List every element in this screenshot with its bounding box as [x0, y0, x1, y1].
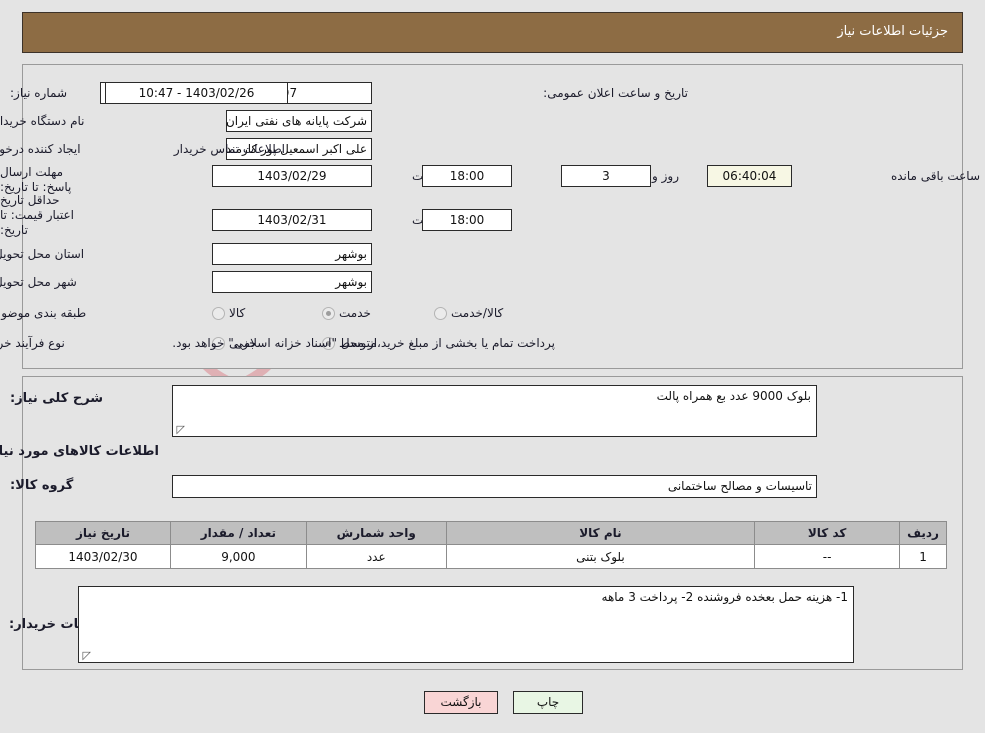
th-unit: واحد شمارش [305, 521, 447, 545]
need-description-label: شرح کلی نیاز: [10, 391, 104, 406]
need-description-value: بلوک 9000 عدد بع همراه پالت [656, 389, 811, 403]
table-row: 1 -- بلوک بتنی عدد 9,000 1403/02/30 [35, 544, 947, 569]
buyer-notes-textarea[interactable]: 1- هزینه حمل بعخده فروشنده 2- پرداخت 3 م… [78, 586, 854, 663]
reply-deadline-time-field: 18:00 [422, 165, 512, 187]
cell-unit: عدد [305, 544, 447, 569]
buyer-notes-value: 1- هزینه حمل بعخده فروشنده 2- پرداخت 3 م… [601, 590, 848, 604]
cell-quantity: 9,000 [169, 544, 307, 569]
announce-datetime-label: تاریخ و ساعت اعلان عمومی: [543, 86, 688, 100]
delivery-city-field: بوشهر [212, 271, 372, 293]
resize-grip-icon[interactable]: ◸ [175, 424, 185, 435]
cell-goods-name: بلوک بتنی [445, 544, 756, 569]
table-header-row: ردیف کد کالا نام کالا واحد شمارش تعداد /… [35, 521, 947, 545]
price-validity-time-field: 18:00 [422, 209, 512, 231]
reply-deadline-date-field: 1403/02/29 [212, 165, 372, 187]
delivery-province-field: بوشهر [212, 243, 372, 265]
requester-label: ایجاد کننده درخواست: [0, 142, 81, 156]
radio-subject-khedmat[interactable] [322, 307, 335, 320]
radio-label-subject-kala-khedmat: کالا/خدمت [451, 306, 504, 320]
purchase-process-label: نوع فرآیند خرید : [0, 336, 65, 350]
back-button[interactable]: بازگشت [424, 691, 498, 714]
price-validity-date-field: 1403/02/31 [212, 209, 372, 231]
remaining-days-label: روز و [652, 169, 679, 183]
purchase-process-note: پرداخت تمام یا بخشی از مبلغ خرید،از محل … [172, 336, 555, 350]
page-root: AriaTender.net جزئیات اطلاعات نیاز شماره… [0, 0, 985, 733]
buyer-contact-link[interactable]: اطلاعات تماس خریدار [165, 142, 285, 156]
price-validity-label: حداقل تاریخ اعتبار قیمت: تا تاریخ: [0, 193, 74, 237]
delivery-province-label: استان محل تحویل: [0, 247, 85, 261]
radio-subject-kala-khedmat[interactable] [434, 307, 447, 320]
page-title-bar: جزئیات اطلاعات نیاز [22, 12, 963, 53]
announce-datetime-field: 1403/02/26 - 10:47 [105, 82, 288, 104]
reply-deadline-label: مهلت ارسال پاسخ: تا تاریخ: [0, 165, 72, 194]
goods-section-title: اطلاعات کالاهای مورد نیاز [0, 444, 159, 459]
goods-group-label: گروه کالا: [10, 478, 74, 493]
print-button[interactable]: چاپ [513, 691, 583, 714]
need-description-textarea[interactable]: بلوک 9000 عدد بع همراه پالت ◸ [172, 385, 817, 437]
resize-grip-icon-notes[interactable]: ◸ [81, 650, 91, 661]
page-title: جزئیات اطلاعات نیاز [837, 24, 948, 39]
cell-need-date: 1403/02/30 [35, 544, 171, 569]
goods-group-field: تاسیسات و مصالح ساختمانی [172, 475, 817, 498]
th-radif: ردیف [899, 521, 947, 545]
th-need-date: تاریخ نیاز [35, 521, 171, 545]
th-quantity: تعداد / مقدار [169, 521, 307, 545]
radio-label-subject-khedmat: خدمت [339, 306, 371, 320]
subject-category-label: طبقه بندی موضوعی: [0, 306, 87, 320]
buyer-org-label: نام دستگاه خریدار: [0, 114, 85, 128]
buyer-org-field: شرکت پایانه های نفتی ایران [226, 110, 372, 132]
need-number-label: شماره نیاز: [10, 86, 67, 100]
th-goods-code: کد کالا [754, 521, 901, 545]
radio-label-subject-kala: کالا [229, 306, 246, 320]
th-goods-name: نام کالا [445, 521, 756, 545]
remaining-time-label: ساعت باقی مانده [890, 169, 980, 183]
radio-subject-kala[interactable] [212, 307, 225, 320]
cell-goods-code: -- [754, 544, 901, 569]
delivery-city-label: شهر محل تحویل: [0, 275, 77, 289]
cell-radif: 1 [899, 544, 947, 569]
countdown-field: 06:40:04 [707, 165, 792, 187]
remaining-days-field: 3 [561, 165, 651, 187]
goods-table: ردیف کد کالا نام کالا واحد شمارش تعداد /… [35, 521, 947, 569]
